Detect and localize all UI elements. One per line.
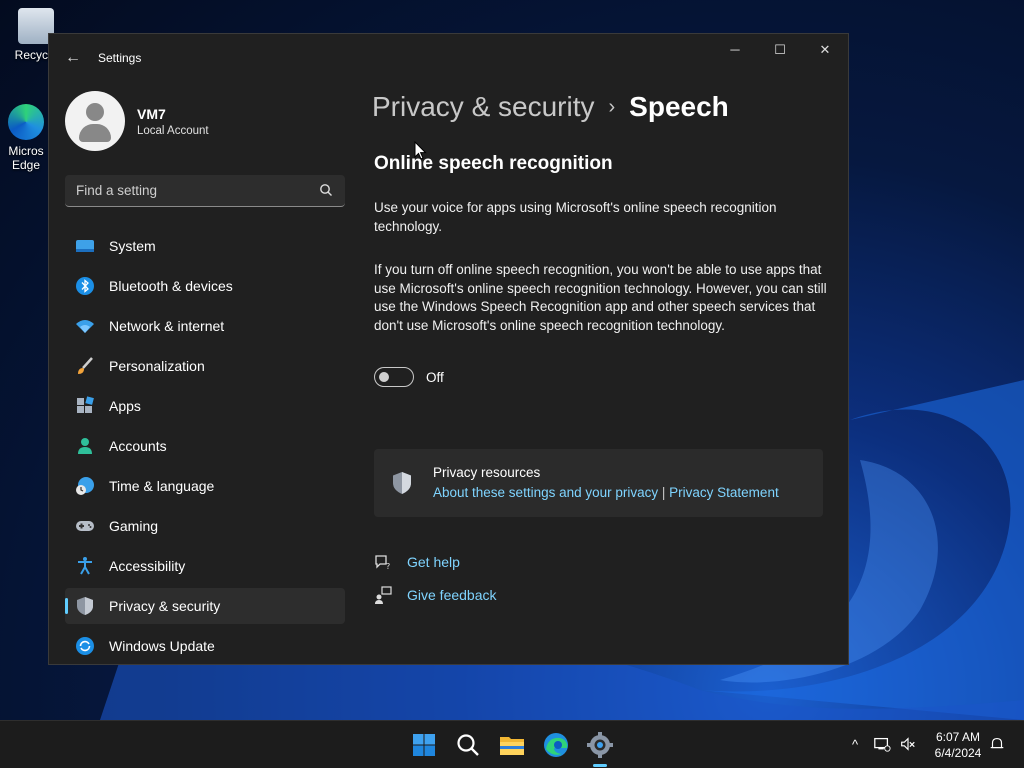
network-tray-icon[interactable]: [872, 735, 892, 755]
search-box[interactable]: [65, 175, 345, 207]
wifi-icon: [76, 320, 94, 333]
help-icon: ?: [375, 555, 390, 571]
give-feedback-link[interactable]: Give feedback: [407, 587, 497, 603]
taskbar-clock[interactable]: 6:07 AM 6/4/2024: [928, 729, 988, 761]
sidebar-item-windows-update[interactable]: Windows Update: [65, 628, 345, 664]
system-icon: [76, 240, 94, 252]
section-title: Online speech recognition: [374, 153, 613, 174]
sidebar-item-label: Accessibility: [109, 558, 186, 574]
sidebar-item-time-language[interactable]: Time & language: [65, 468, 345, 504]
shield-icon: [393, 472, 411, 494]
title-bar: ← Settings ─ ☐ ✕: [49, 34, 848, 82]
taskbar: ^ 6:07 AM 6/4/2024: [0, 720, 1024, 768]
sidebar-item-accounts[interactable]: Accounts: [65, 428, 345, 464]
toggle-knob: [379, 372, 389, 382]
sidebar-item-personalization[interactable]: Personalization: [65, 348, 345, 384]
feedback-icon: [375, 586, 392, 604]
about-privacy-link[interactable]: About these settings and your privacy: [433, 485, 658, 500]
toggle-state-label: Off: [426, 370, 444, 385]
search-input[interactable]: [65, 175, 305, 205]
brush-icon: [78, 357, 93, 374]
taskbar-file-explorer[interactable]: [496, 729, 528, 761]
avatar: [65, 91, 125, 151]
clock-globe-icon: [76, 477, 94, 495]
tray-overflow-chevron[interactable]: ^: [845, 735, 865, 755]
maximize-button[interactable]: ☐: [757, 34, 803, 66]
active-app-indicator: [593, 764, 607, 767]
update-icon: [76, 637, 94, 655]
search-icon[interactable]: [319, 183, 333, 197]
start-icon: [413, 734, 435, 756]
notification-bell-icon[interactable]: [987, 735, 1007, 755]
mouse-cursor-icon: [414, 141, 427, 160]
breadcrumb: Privacy & security › Speech: [372, 91, 729, 123]
file-explorer-icon: [500, 737, 524, 755]
window-title: Settings: [98, 51, 142, 65]
sidebar-item-label: Accounts: [109, 438, 167, 454]
sidebar-item-label: Personalization: [109, 358, 205, 374]
sidebar-item-gaming[interactable]: Gaming: [65, 508, 345, 544]
svg-text:?: ?: [386, 562, 390, 571]
sidebar-item-label: Apps: [109, 398, 141, 414]
get-help-link[interactable]: Get help: [407, 554, 460, 570]
apps-icon: [77, 396, 94, 413]
sidebar-nav: System Bluetooth & devices Network & int…: [65, 228, 345, 664]
shield-icon: [77, 597, 93, 615]
settings-window: ← Settings ─ ☐ ✕ VM7 Local Account Syste…: [48, 33, 849, 665]
desktop-icon-label: Micros Edge: [8, 144, 44, 172]
back-button[interactable]: ←: [61, 46, 85, 70]
sidebar-item-label: Gaming: [109, 518, 159, 534]
breadcrumb-parent[interactable]: Privacy & security: [372, 91, 595, 122]
close-button[interactable]: ✕: [802, 34, 848, 66]
sidebar-item-system[interactable]: System: [65, 228, 345, 264]
gamepad-icon: [76, 521, 94, 531]
search-icon: [457, 734, 479, 756]
account-type: Local Account: [137, 125, 209, 137]
accounts-icon: [78, 438, 92, 454]
resources-links: About these settings and your privacy | …: [433, 485, 779, 500]
taskbar-settings[interactable]: [584, 729, 616, 761]
sidebar-item-label: Privacy & security: [109, 598, 221, 614]
edge-icon: [544, 733, 568, 757]
sidebar-item-label: Windows Update: [109, 638, 215, 654]
privacy-resources-card: Privacy resources About these settings a…: [374, 449, 823, 517]
resources-title: Privacy resources: [433, 465, 541, 480]
sidebar-item-apps[interactable]: Apps: [65, 388, 345, 424]
description-text: Use your voice for apps using Microsoft'…: [374, 200, 777, 234]
sidebar-item-label: Network & internet: [109, 318, 225, 334]
edge-icon: [8, 104, 44, 140]
page-title: Speech: [629, 91, 729, 122]
link-divider: |: [658, 485, 670, 500]
sidebar-item-bluetooth[interactable]: Bluetooth & devices: [65, 268, 345, 304]
start-button[interactable]: [408, 729, 440, 761]
minimize-button[interactable]: ─: [712, 34, 758, 66]
sidebar-item-label: Time & language: [109, 478, 215, 494]
sidebar-item-network[interactable]: Network & internet: [65, 308, 345, 344]
breadcrumb-separator: ›: [608, 96, 616, 118]
clock-date: 6/4/2024: [934, 746, 982, 760]
speech-recognition-toggle[interactable]: [374, 367, 414, 387]
settings-icon: [587, 732, 613, 758]
volume-muted-tray-icon[interactable]: [898, 735, 918, 755]
sidebar-item-label: Bluetooth & devices: [109, 278, 233, 294]
bluetooth-icon: [76, 277, 94, 295]
clock-time: 6:07 AM: [935, 730, 981, 744]
taskbar-search-button[interactable]: [452, 729, 484, 761]
sidebar-item-label: System: [109, 238, 156, 254]
sidebar-item-accessibility[interactable]: Accessibility: [65, 548, 345, 584]
sidebar-item-privacy-security[interactable]: Privacy & security: [65, 588, 345, 624]
privacy-statement-link[interactable]: Privacy Statement: [669, 485, 779, 500]
warning-text: If you turn off online speech recognitio…: [374, 262, 827, 333]
taskbar-edge[interactable]: [540, 729, 572, 761]
user-name: VM7: [137, 106, 166, 122]
accessibility-icon: [78, 557, 92, 575]
desktop-icon-edge[interactable]: Micros Edge: [4, 104, 48, 172]
